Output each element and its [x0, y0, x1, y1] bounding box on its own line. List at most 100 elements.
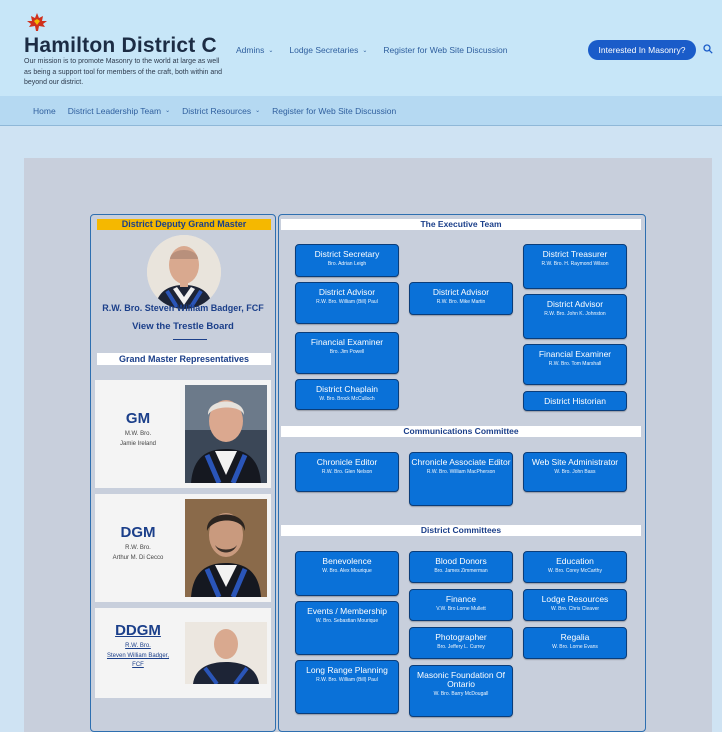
- subnav-resources-label: District Resources: [182, 105, 252, 116]
- role-title: District Advisor: [546, 299, 604, 309]
- gm-title: GM: [125, 410, 151, 427]
- role-title: District Treasurer: [542, 249, 608, 259]
- role-holder: R.W. Bro. Glen Nelson: [321, 469, 373, 475]
- role-holder: W. Bro. Corey McCarthy: [548, 568, 602, 574]
- chevron-down-icon: ⌄: [255, 108, 261, 114]
- role-holder: R.W. Bro. William (Bill) Paul: [316, 677, 378, 683]
- ddgm-card-photo: [185, 622, 267, 684]
- benevolence-button[interactable]: Benevolence W. Bro. Alex Mourique: [295, 551, 399, 596]
- view-trestle-board-link[interactable]: View the Trestle Board: [91, 321, 275, 332]
- role-holder: R.W. Bro. John K. Johnston: [544, 311, 606, 317]
- role-holder: W. Bro. John Bass: [554, 469, 596, 475]
- role-holder: V.W. Bro Lorne Mullett: [436, 606, 486, 612]
- gm-name: Jamie Ireland: [119, 441, 157, 447]
- ddgm-title-link[interactable]: DDGM: [95, 622, 181, 639]
- role-title: District Advisor: [318, 287, 376, 297]
- ddgm-avatar[interactable]: [147, 235, 221, 309]
- role-holder: Bro. James Zimmerman: [434, 568, 488, 574]
- dgm-photo: [185, 499, 267, 597]
- district-secretary-button[interactable]: District Secretary Bro. Adrian Leigh: [295, 244, 399, 277]
- nav-lodge-secretaries[interactable]: Lodge Secretaries ⌄: [289, 45, 367, 55]
- maple-leaf-logo-icon[interactable]: [26, 12, 48, 32]
- role-title: Lodge Resources: [541, 594, 609, 604]
- role-holder: W. Bro. Brock McCulloch: [319, 396, 375, 402]
- chronicle-associate-editor-button[interactable]: Chronicle Associate Editor R.W. Bro. Wil…: [409, 452, 513, 506]
- role-title: Education: [556, 556, 594, 566]
- role-holder: W. Bro. Chris Cleaver: [550, 606, 600, 612]
- search-icon[interactable]: [703, 44, 713, 54]
- role-title: District Chaplain: [316, 384, 378, 394]
- role-title: Chronicle Editor: [316, 457, 378, 467]
- nav-admins-label: Admins: [236, 45, 265, 55]
- ddgm-name-link[interactable]: Steven William Badger, FCF: [95, 652, 181, 670]
- role-title: District Historian: [544, 396, 606, 406]
- role-title: Chronicle Associate Editor: [411, 457, 511, 467]
- site-tagline: Our mission is to promote Masonry to the…: [24, 58, 223, 86]
- long-range-planning-button[interactable]: Long Range Planning R.W. Bro. William (B…: [295, 660, 399, 714]
- district-advisor-martin-button[interactable]: District Advisor R.W. Bro. Mike Martin: [409, 282, 513, 315]
- interested-in-masonry-button[interactable]: Interested In Masonry?: [588, 40, 696, 60]
- ddgm-portrait-image: [147, 235, 221, 309]
- executive-team-header: The Executive Team: [281, 219, 641, 230]
- site-title[interactable]: Hamilton District C: [24, 34, 217, 58]
- role-title: District Advisor: [432, 287, 490, 297]
- dgm-portrait-image: [185, 499, 267, 597]
- role-title: Financial Examiner: [538, 349, 612, 359]
- role-holder: W. Bro. Barry McDougall: [433, 691, 489, 697]
- financial-examiner-marshall-button[interactable]: Financial Examiner R.W. Bro. Tom Marshal…: [523, 344, 627, 385]
- org-chart: The Executive Team District Secretary Br…: [278, 214, 646, 732]
- gmr-section-header: Grand Master Representatives: [97, 353, 271, 365]
- subnav-register[interactable]: Register for Web Site Discussion: [272, 106, 396, 116]
- subnav-district-resources[interactable]: District Resources ⌄: [182, 106, 260, 116]
- role-title: Financial Examiner: [310, 337, 384, 347]
- web-site-administrator-button[interactable]: Web Site Administrator W. Bro. John Bass: [523, 452, 627, 492]
- district-treasurer-button[interactable]: District Treasurer R.W. Bro. H. Raymond …: [523, 244, 627, 289]
- dgm-card: DGM R.W. Bro. Arthur M. Di Cecco: [95, 494, 271, 602]
- dgm-title: DGM: [120, 524, 156, 541]
- district-advisor-johnston-button[interactable]: District Advisor R.W. Bro. John K. Johns…: [523, 294, 627, 339]
- role-title: Regalia: [560, 632, 590, 642]
- role-title: Benevolence: [322, 556, 372, 566]
- nav-register-label: Register for Web Site Discussion: [383, 45, 508, 55]
- role-title: Long Range Planning: [306, 665, 388, 675]
- subnav-home-label: Home: [33, 105, 56, 116]
- lodge-resources-button[interactable]: Lodge Resources W. Bro. Chris Cleaver: [523, 589, 627, 621]
- subnav-district-leadership-team[interactable]: District Leadership Team ⌄: [68, 106, 170, 116]
- nav-register[interactable]: Register for Web Site Discussion: [383, 45, 507, 55]
- events-membership-button[interactable]: Events / Membership W. Bro. Sebastian Mo…: [295, 601, 399, 655]
- chevron-down-icon: ⌄: [268, 47, 274, 54]
- chronicle-editor-button[interactable]: Chronicle Editor R.W. Bro. Glen Nelson: [295, 452, 399, 492]
- district-chaplain-button[interactable]: District Chaplain W. Bro. Brock McCulloc…: [295, 379, 399, 410]
- subnav-register-label: Register for Web Site Discussion: [272, 105, 397, 116]
- dgm-name: Arthur M. Di Cecco: [112, 555, 164, 561]
- ddgm-section-header: District Deputy Grand Master: [97, 219, 271, 230]
- masonic-foundation-of-ontario-button[interactable]: Masonic Foundation Of Ontario W. Bro. Ba…: [409, 665, 513, 717]
- gm-photo: [185, 385, 267, 483]
- gm-card: GM M.W. Bro. Jamie Ireland: [95, 380, 271, 488]
- ddgm-rank-link[interactable]: R.W. Bro.: [95, 642, 181, 651]
- role-holder: R.W. Bro. William (Bill) Paul: [316, 299, 378, 305]
- district-advisor-paul-button[interactable]: District Advisor R.W. Bro. William (Bill…: [295, 282, 399, 324]
- divider: [173, 339, 207, 340]
- subnav-home[interactable]: Home: [33, 106, 56, 116]
- photographer-button[interactable]: Photographer Bro. Jeffery L. Currey: [409, 627, 513, 659]
- regalia-button[interactable]: Regalia W. Bro. Lorne Evans: [523, 627, 627, 659]
- district-historian-button[interactable]: District Historian: [523, 391, 627, 411]
- role-title: Photographer: [435, 632, 487, 642]
- finance-button[interactable]: Finance V.W. Bro Lorne Mullett: [409, 589, 513, 621]
- dgm-rank: R.W. Bro.: [125, 545, 151, 551]
- nav-admins[interactable]: Admins ⌄: [236, 45, 273, 55]
- role-holder: Bro. Jim Powell: [329, 349, 365, 355]
- education-button[interactable]: Education W. Bro. Corey McCarthy: [523, 551, 627, 583]
- gm-rank: M.W. Bro.: [124, 431, 152, 437]
- role-title: District Secretary: [314, 249, 380, 259]
- district-committees-header: District Committees: [281, 525, 641, 536]
- blood-donors-button[interactable]: Blood Donors Bro. James Zimmerman: [409, 551, 513, 583]
- secondary-nav: Home District Leadership Team ⌄ District …: [0, 96, 722, 126]
- role-title: Events / Membership: [307, 606, 387, 616]
- financial-examiner-powell-button[interactable]: Financial Examiner Bro. Jim Powell: [295, 332, 399, 374]
- leadership-sidebar: District Deputy Grand Master R.W. Bro. S…: [90, 214, 276, 732]
- communications-committee-header: Communications Committee: [281, 426, 641, 437]
- role-holder: R.W. Bro. Mike Martin: [436, 299, 486, 305]
- role-holder: R.W. Bro. Tom Marshall: [548, 361, 602, 367]
